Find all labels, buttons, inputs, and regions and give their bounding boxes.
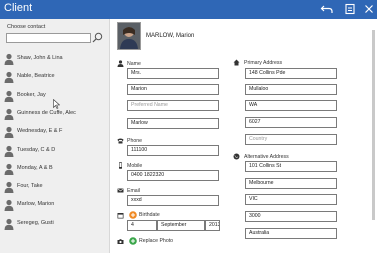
camera-icon — [117, 238, 124, 245]
email-label: Email — [127, 188, 140, 194]
replace-photo-icon[interactable] — [129, 237, 137, 245]
person-icon — [117, 60, 124, 67]
contact-avatar-icon — [4, 108, 14, 120]
contact-photo — [117, 22, 141, 50]
globe-icon — [233, 153, 240, 160]
contact-list-item[interactable]: Shaw, John & Lina — [4, 52, 108, 66]
alt-country-field[interactable]: Australia — [245, 228, 337, 239]
primary-state-field[interactable]: WA — [245, 100, 337, 111]
choose-contact-heading: Choose contact — [7, 24, 46, 30]
contact-avatar-icon — [4, 218, 14, 230]
replace-photo-label[interactable]: Replace Photo — [139, 238, 173, 244]
window-title: Client — [4, 2, 33, 14]
birth-month-field[interactable]: September — [157, 220, 205, 231]
preferred-name-field[interactable]: Preferred Name — [127, 100, 219, 111]
contact-avatar-icon — [4, 53, 14, 65]
contact-name: Tuesday, C & D — [17, 146, 56, 153]
contact-avatar-icon — [4, 199, 14, 212]
contact-list-item[interactable]: Marlow, Marion — [4, 198, 108, 212]
primary-city-field[interactable]: Mullaloo — [245, 84, 337, 95]
calendar-icon — [117, 212, 124, 219]
name-label: Name — [127, 61, 141, 67]
phone-field[interactable]: 111100 — [127, 145, 219, 156]
contact-name: Nable, Beatrice — [17, 73, 55, 80]
email-field[interactable]: xxxd — [127, 195, 219, 206]
scrollbar[interactable] — [372, 30, 375, 220]
primary-address-label: Primary Address — [244, 60, 283, 66]
alt-state-field[interactable]: VIC — [245, 194, 337, 205]
contact-list-item[interactable]: Four, Take — [4, 180, 108, 194]
phone-label: Phone — [127, 138, 143, 144]
contact-avatar-icon — [4, 163, 14, 175]
contact-header-name: MARLOW, Marion — [146, 33, 195, 39]
contact-name: Shaw, John & Lina — [17, 55, 63, 61]
contact-list-item[interactable]: Tuesday, C & D — [4, 144, 108, 158]
title-field[interactable]: Mrs. — [127, 68, 219, 79]
alt-postcode-field[interactable]: 3000 — [245, 211, 337, 222]
first-name-field[interactable]: Marion — [127, 84, 219, 95]
save-icon[interactable] — [343, 2, 357, 16]
contact-name: Four, Take — [17, 183, 43, 190]
alt-street-field[interactable]: 101 Collins St — [245, 161, 337, 172]
last-name-field[interactable]: Marlow — [127, 118, 219, 129]
contact-avatar-icon — [4, 126, 14, 139]
title-bar: Client — [0, 0, 377, 19]
undo-icon[interactable] — [320, 2, 334, 16]
contact-sidebar: Choose contact Shaw, John & Lina Nable, B… — [0, 19, 110, 253]
contact-list-item[interactable]: Wednesday, E & F — [4, 125, 108, 139]
search-input[interactable] — [6, 33, 91, 43]
contact-name: Monday, A & B — [17, 164, 53, 171]
phone-icon — [117, 137, 124, 144]
close-icon[interactable] — [362, 2, 376, 16]
contact-avatar-icon — [4, 71, 14, 84]
email-icon — [117, 187, 124, 194]
birth-day-field[interactable]: 4 — [127, 220, 157, 231]
primary-postcode-field[interactable]: 6027 — [245, 117, 337, 128]
contact-name: Seregeg, Gusti — [17, 219, 54, 226]
contact-name: Wednesday, E & F — [17, 128, 63, 135]
contact-avatar-icon — [4, 145, 14, 157]
search-icon[interactable] — [92, 32, 103, 43]
birthdate-label: Birthdate — [139, 212, 160, 218]
mobile-icon — [117, 162, 124, 169]
primary-country-field[interactable]: Country — [245, 134, 337, 145]
contact-list-item[interactable]: Seregeg, Gusti — [4, 217, 108, 231]
contact-list-item[interactable]: Nable, Beatrice — [4, 70, 108, 84]
contact-list-item[interactable]: Monday, A & B — [4, 162, 108, 176]
mouse-cursor-icon — [53, 99, 60, 109]
home-icon — [233, 59, 240, 66]
contact-name: Marlow, Marion — [17, 201, 55, 208]
primary-street-field[interactable]: 148 Collins Pde — [245, 68, 337, 79]
birth-year-field[interactable]: 2013 — [205, 220, 220, 231]
mobile-field[interactable]: 0400 1822320 — [127, 170, 219, 181]
add-birthdate-icon[interactable] — [129, 211, 137, 219]
mobile-label: Mobile — [127, 163, 143, 169]
contact-name: Guinness de Cuffe, Alec — [17, 109, 76, 116]
alternative-address-label: Alternative Address — [244, 154, 289, 160]
contact-avatar-icon — [4, 90, 14, 102]
contact-avatar-icon — [4, 181, 14, 194]
alt-city-field[interactable]: Melbourne — [245, 178, 337, 189]
contact-name: Booker, Jay — [17, 91, 46, 98]
